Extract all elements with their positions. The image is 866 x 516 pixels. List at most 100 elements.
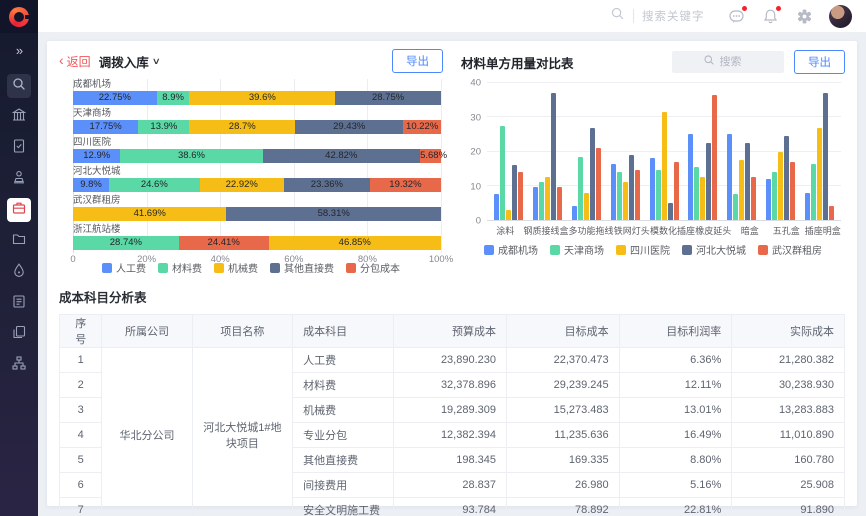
bar-segment[interactable]: 42.82% bbox=[263, 149, 421, 163]
bar[interactable] bbox=[733, 194, 738, 220]
chart-search[interactable] bbox=[672, 51, 784, 73]
bar-segment[interactable]: 58.31% bbox=[226, 207, 441, 221]
bar-segment[interactable]: 10.22% bbox=[403, 120, 441, 134]
bar[interactable] bbox=[688, 134, 693, 220]
bar[interactable] bbox=[778, 152, 783, 221]
bar[interactable] bbox=[617, 172, 622, 220]
bar[interactable] bbox=[805, 193, 810, 220]
bar[interactable] bbox=[662, 112, 667, 220]
bar-segment[interactable]: 17.75% bbox=[73, 120, 138, 134]
bar[interactable] bbox=[829, 206, 834, 220]
bar-segment[interactable]: 38.6% bbox=[120, 149, 262, 163]
bar[interactable] bbox=[727, 134, 732, 220]
legend-item[interactable]: 天津商场 bbox=[550, 242, 604, 257]
sidebar-item-flow[interactable] bbox=[7, 353, 31, 377]
bar[interactable] bbox=[557, 187, 562, 220]
chart-search-input[interactable] bbox=[720, 56, 754, 68]
bar[interactable] bbox=[700, 177, 705, 220]
bar-segment[interactable]: 8.9% bbox=[157, 91, 190, 105]
bar-segment[interactable]: 28.75% bbox=[335, 91, 441, 105]
bar[interactable] bbox=[674, 162, 679, 220]
bar[interactable] bbox=[772, 172, 777, 220]
stacked-bar[interactable]: 28.74%24.41%46.85% bbox=[73, 236, 441, 250]
bar[interactable] bbox=[623, 182, 628, 220]
bar[interactable] bbox=[712, 95, 717, 220]
stacked-bar[interactable]: 9.8%24.6%22.92%23.36%19.32% bbox=[73, 178, 441, 192]
sidebar-item-approvals[interactable] bbox=[7, 136, 31, 160]
bar-segment[interactable]: 9.8% bbox=[73, 178, 109, 192]
stacked-bar[interactable]: 41.69%58.31% bbox=[73, 207, 441, 221]
sidebar-item-search[interactable] bbox=[7, 74, 31, 98]
bar[interactable] bbox=[584, 193, 589, 220]
bar[interactable] bbox=[572, 206, 577, 220]
bar-segment[interactable]: 22.92% bbox=[200, 178, 284, 192]
stacked-bar[interactable]: 22.75%8.9%39.6%28.75% bbox=[73, 91, 441, 105]
bar[interactable] bbox=[784, 136, 789, 220]
bar-segment[interactable]: 29.43% bbox=[295, 120, 403, 134]
expand-icon[interactable]: » bbox=[16, 43, 22, 58]
bar[interactable] bbox=[766, 179, 771, 220]
bar[interactable] bbox=[629, 155, 634, 220]
bar[interactable] bbox=[635, 170, 640, 220]
sidebar-item-personnel[interactable] bbox=[7, 167, 31, 191]
messages-button[interactable] bbox=[727, 7, 745, 25]
user-avatar[interactable] bbox=[829, 5, 852, 28]
bar[interactable] bbox=[739, 160, 744, 220]
bar-segment[interactable]: 24.6% bbox=[109, 178, 200, 192]
bar-segment[interactable]: 46.85% bbox=[269, 236, 441, 250]
bar-segment[interactable]: 19.32% bbox=[370, 178, 441, 192]
bar[interactable] bbox=[512, 165, 517, 220]
sidebar-item-projects-active[interactable] bbox=[7, 198, 31, 222]
bar[interactable] bbox=[790, 162, 795, 220]
stacked-bar[interactable]: 17.75%13.9%28.7%29.43%10.22% bbox=[73, 120, 441, 134]
bar[interactable] bbox=[590, 128, 595, 220]
bar[interactable] bbox=[656, 170, 661, 220]
export-button-left[interactable]: 导出 bbox=[392, 49, 443, 73]
bar[interactable] bbox=[811, 164, 816, 221]
bar-segment[interactable]: 5.68% bbox=[420, 149, 441, 163]
bar[interactable] bbox=[823, 93, 828, 220]
bar-segment[interactable]: 12.9% bbox=[73, 149, 120, 163]
bar[interactable] bbox=[817, 128, 822, 220]
legend-item[interactable]: 河北大悦城 bbox=[682, 242, 746, 257]
bar[interactable] bbox=[551, 93, 556, 220]
legend-item[interactable]: 四川医院 bbox=[616, 242, 670, 257]
bar[interactable] bbox=[506, 210, 511, 220]
bar[interactable] bbox=[668, 203, 673, 220]
bar[interactable] bbox=[578, 157, 583, 220]
bar[interactable] bbox=[539, 182, 544, 220]
bar[interactable] bbox=[694, 167, 699, 220]
legend-item[interactable]: 武汉群租房 bbox=[758, 242, 822, 257]
chevron-down-icon[interactable]: ∨ bbox=[151, 56, 160, 67]
bar[interactable] bbox=[611, 164, 616, 221]
bar[interactable] bbox=[500, 126, 505, 220]
bar[interactable] bbox=[745, 143, 750, 220]
stacked-bar[interactable]: 12.9%38.6%42.82%5.68% bbox=[73, 149, 441, 163]
legend-item[interactable]: 成都机场 bbox=[484, 242, 538, 257]
bar-segment[interactable]: 13.9% bbox=[138, 120, 189, 134]
app-logo[interactable] bbox=[0, 0, 38, 33]
legend-item[interactable]: 材料费 bbox=[158, 260, 202, 275]
bar[interactable] bbox=[533, 187, 538, 220]
sidebar-item-org[interactable] bbox=[7, 105, 31, 129]
bar[interactable] bbox=[494, 194, 499, 220]
sidebar-item-materials[interactable] bbox=[7, 260, 31, 284]
bar-segment[interactable]: 24.41% bbox=[179, 236, 269, 250]
bar-segment[interactable]: 41.69% bbox=[73, 207, 226, 221]
global-search[interactable]: 搜索关键字 bbox=[610, 6, 705, 26]
bar-segment[interactable]: 28.7% bbox=[189, 120, 295, 134]
bar-segment[interactable]: 23.36% bbox=[284, 178, 370, 192]
sidebar-item-files[interactable] bbox=[7, 229, 31, 253]
bar-segment[interactable]: 22.75% bbox=[73, 91, 157, 105]
bar-segment[interactable]: 39.6% bbox=[189, 91, 335, 105]
bar[interactable] bbox=[518, 172, 523, 220]
sidebar-item-reports[interactable] bbox=[7, 291, 31, 315]
notifications-button[interactable] bbox=[761, 7, 779, 25]
global-search-placeholder[interactable]: 搜索关键字 bbox=[642, 8, 705, 24]
bar[interactable] bbox=[596, 148, 601, 220]
sidebar-item-copy[interactable] bbox=[7, 322, 31, 346]
bar-segment[interactable]: 28.74% bbox=[73, 236, 179, 250]
bar[interactable] bbox=[650, 158, 655, 220]
table-row[interactable]: 1华北分公司河北大悦城1#地块项目人工费23,890.23022,370.473… bbox=[60, 348, 845, 373]
bar[interactable] bbox=[706, 143, 711, 220]
